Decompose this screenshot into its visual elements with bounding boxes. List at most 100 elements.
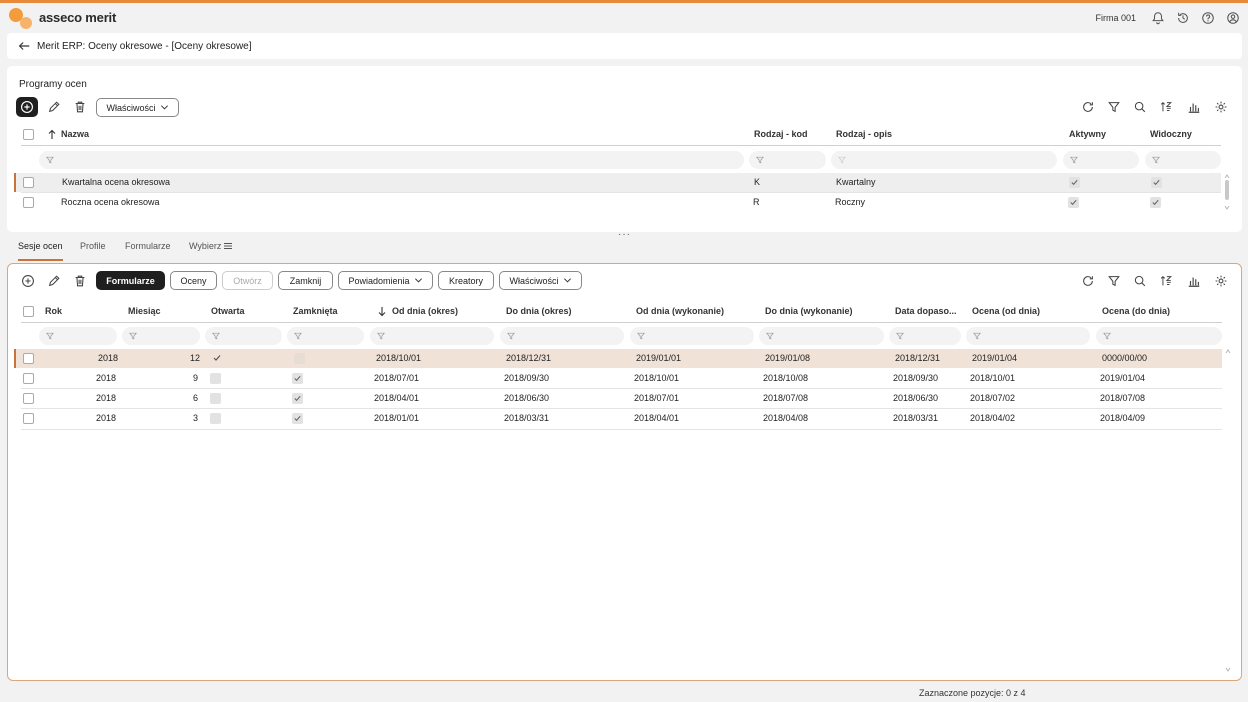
edit-program-button[interactable] xyxy=(45,98,63,116)
back-arrow-icon[interactable] xyxy=(17,39,31,53)
filter-button[interactable] xyxy=(1105,98,1123,116)
scroll-thumb[interactable] xyxy=(1225,180,1229,200)
row-from-exec: 2018/04/01 xyxy=(634,413,680,423)
logo[interactable]: asseco merit xyxy=(9,7,116,29)
header-divider xyxy=(21,322,1222,323)
settings-button[interactable] xyxy=(1212,272,1230,290)
programs-scrollbar[interactable] xyxy=(1224,174,1230,212)
add-program-button[interactable] xyxy=(16,97,38,117)
refresh-button[interactable] xyxy=(1079,98,1097,116)
notifications-dropdown[interactable]: Powiadomienia xyxy=(338,271,433,290)
chart-button[interactable] xyxy=(1185,98,1203,116)
column-header-visible[interactable]: Widoczny xyxy=(1150,129,1192,139)
sessions-scrollbar[interactable] xyxy=(1225,349,1231,675)
delete-program-button[interactable] xyxy=(71,98,89,116)
row-from-period: 2018/01/01 xyxy=(374,413,420,423)
table-row[interactable]: Roczna ocena okresowa R Roczny xyxy=(16,193,1221,212)
company-selector[interactable]: Firma 001 xyxy=(1095,13,1136,23)
filter-icon xyxy=(1108,102,1120,113)
column-header-name[interactable]: Nazwa xyxy=(61,129,89,139)
sort-button[interactable] xyxy=(1157,98,1175,116)
row-match-date: 2018/03/31 xyxy=(893,413,939,423)
filter-icon xyxy=(294,332,302,340)
chart-button[interactable] xyxy=(1185,272,1203,290)
filter-kind-code-input[interactable] xyxy=(749,151,826,169)
ratings-button[interactable]: Oceny xyxy=(170,271,217,290)
column-header-kind-code[interactable]: Rodzaj - kod xyxy=(754,129,808,139)
filter-button[interactable] xyxy=(1105,272,1123,290)
column-header-from-period[interactable]: Od dnia (okres) xyxy=(392,306,458,316)
row-closed-checkbox xyxy=(292,413,303,424)
filter-open-input[interactable] xyxy=(205,327,282,345)
filter-from-exec-input[interactable] xyxy=(630,327,754,345)
sessions-properties-dropdown[interactable]: Właściwości xyxy=(499,271,582,290)
open-button[interactable]: Otwórz xyxy=(222,271,273,290)
programs-properties-dropdown[interactable]: Właściwości xyxy=(96,98,179,117)
column-header-month[interactable]: Miesiąc xyxy=(128,306,161,316)
table-row[interactable]: 2018 9 2018/07/01 2018/09/30 2018/10/01 … xyxy=(16,369,1222,388)
filter-rating-from-input[interactable] xyxy=(966,327,1090,345)
filter-icon xyxy=(1103,332,1111,340)
row-checkbox[interactable] xyxy=(23,393,34,404)
column-header-to-period[interactable]: Do dnia (okres) xyxy=(506,306,572,316)
column-header-rating-from[interactable]: Ocena (od dnia) xyxy=(972,306,1040,316)
bell-icon[interactable] xyxy=(1150,10,1165,25)
settings-button[interactable] xyxy=(1212,98,1230,116)
filter-closed-input[interactable] xyxy=(287,327,364,345)
row-checkbox[interactable] xyxy=(23,413,34,424)
column-header-to-exec[interactable]: Do dnia (wykonanie) xyxy=(765,306,853,316)
filter-kind-desc-input[interactable] xyxy=(831,151,1057,169)
filter-active-input[interactable] xyxy=(1063,151,1139,169)
column-header-year[interactable]: Rok xyxy=(45,306,62,316)
row-checkbox[interactable] xyxy=(23,177,34,188)
wizards-button[interactable]: Kreatory xyxy=(438,271,494,290)
table-row[interactable]: 2018 6 2018/04/01 2018/06/30 2018/07/01 … xyxy=(16,389,1222,408)
filter-to-period-input[interactable] xyxy=(500,327,624,345)
row-kind-code: R xyxy=(753,197,760,207)
check-icon xyxy=(1152,199,1159,206)
filter-icon xyxy=(637,332,645,340)
tab-sessions[interactable]: Sesje ocen xyxy=(18,241,63,261)
filter-visible-input[interactable] xyxy=(1145,151,1221,169)
column-header-match-date[interactable]: Data dopaso... xyxy=(895,306,957,316)
column-header-kind-desc[interactable]: Rodzaj - opis xyxy=(836,129,892,139)
filter-to-exec-input[interactable] xyxy=(759,327,884,345)
table-row[interactable]: 2018 12 2018/10/01 2018/12/31 2019/01/01… xyxy=(14,349,1222,368)
search-button[interactable] xyxy=(1131,272,1149,290)
sort-button[interactable] xyxy=(1157,272,1175,290)
forms-button[interactable]: Formularze xyxy=(96,271,165,290)
edit-session-button[interactable] xyxy=(45,272,63,290)
select-all-programs-checkbox[interactable] xyxy=(23,129,34,140)
filter-from-period-input[interactable] xyxy=(370,327,494,345)
sort-ascending-icon[interactable] xyxy=(47,129,57,140)
row-checkbox[interactable] xyxy=(23,373,34,384)
help-icon[interactable] xyxy=(1200,10,1215,25)
tab-forms[interactable]: Formularze xyxy=(125,241,171,261)
tab-choose[interactable]: Wybierz xyxy=(189,241,233,261)
filter-name-input[interactable] xyxy=(39,151,744,169)
column-header-closed[interactable]: Zamknięta xyxy=(293,306,338,316)
row-checkbox[interactable] xyxy=(23,353,34,364)
table-row[interactable]: Kwartalna ocena okresowa K Kwartalny xyxy=(14,173,1221,192)
select-all-sessions-checkbox[interactable] xyxy=(23,306,34,317)
row-checkbox[interactable] xyxy=(23,197,34,208)
column-header-rating-to[interactable]: Ocena (do dnia) xyxy=(1102,306,1170,316)
search-button[interactable] xyxy=(1131,98,1149,116)
filter-month-input[interactable] xyxy=(122,327,200,345)
column-header-from-exec[interactable]: Od dnia (wykonanie) xyxy=(636,306,724,316)
history-icon[interactable] xyxy=(1175,10,1190,25)
sort-descending-icon[interactable] xyxy=(377,306,387,317)
column-header-open[interactable]: Otwarta xyxy=(211,306,245,316)
column-header-active[interactable]: Aktywny xyxy=(1069,129,1106,139)
refresh-button[interactable] xyxy=(1079,272,1097,290)
filter-match-date-input[interactable] xyxy=(889,327,961,345)
tab-profiles[interactable]: Profile xyxy=(80,241,106,261)
filter-rating-to-input[interactable] xyxy=(1096,327,1222,345)
user-account-icon[interactable] xyxy=(1225,10,1240,25)
table-row[interactable]: 2018 3 2018/01/01 2018/03/31 2018/04/01 … xyxy=(16,409,1222,428)
close-button[interactable]: Zamknij xyxy=(278,271,333,290)
panel-splitter-handle[interactable]: ··· xyxy=(618,229,631,240)
filter-year-input[interactable] xyxy=(39,327,117,345)
add-session-button[interactable] xyxy=(19,272,37,290)
delete-session-button[interactable] xyxy=(71,272,89,290)
